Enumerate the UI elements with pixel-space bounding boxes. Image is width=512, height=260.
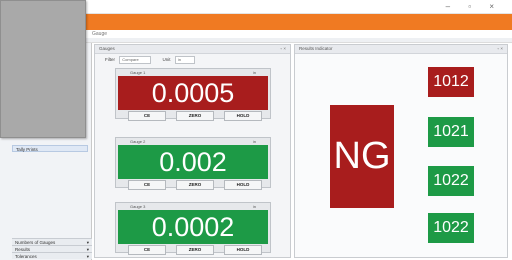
- gauge-button-row: CE ZERO HOLD: [116, 111, 270, 121]
- nav-footer-item-2[interactable]: Results ▾: [12, 245, 92, 252]
- result-code-2: 1021: [428, 117, 474, 147]
- gauge-button-row: CE ZERO HOLD: [116, 245, 270, 255]
- unit-label: Unit: [162, 57, 171, 63]
- gauge-unit: in: [252, 204, 256, 209]
- gauge-card-header: Gauge 3 in: [116, 203, 270, 210]
- title-bar: – ▫ ×: [86, 0, 512, 14]
- filter-row: Filter Compare Unit in: [105, 56, 195, 64]
- gauges-panel-title: Gauges: [99, 46, 115, 51]
- gauge-reading: 0.0002: [118, 210, 268, 244]
- gauge-unit: in: [252, 139, 256, 144]
- menu-bar: [86, 30, 512, 38]
- gauges-panel-header: Gauges ▫ ×: [95, 45, 290, 54]
- result-code-4: 1022: [428, 213, 474, 243]
- zero-button[interactable]: ZERO: [176, 111, 214, 121]
- overall-status-indicator: NG: [330, 105, 394, 208]
- results-panel-title: Results Indicator: [299, 46, 333, 51]
- panel-controls[interactable]: ▫ ×: [281, 45, 286, 53]
- hold-button[interactable]: HOLD: [224, 245, 262, 255]
- gauge-reading: 0.002: [118, 145, 268, 179]
- toolbar-strip: [86, 38, 512, 43]
- gauge-card-2: Gauge 2 in 0.002 CE ZERO HOLD: [115, 137, 271, 190]
- filter-dropdown[interactable]: Compare: [119, 56, 152, 64]
- gauge-card-header: Gauge 2 in: [116, 138, 270, 145]
- nav-footer-item-1[interactable]: Numbers of Gauges ▾: [12, 238, 92, 245]
- panel-controls[interactable]: ▫ ×: [498, 45, 503, 53]
- nav-footer-item-3[interactable]: Tolerances ▾: [12, 252, 92, 259]
- results-panel: Results Indicator ▫ ×: [294, 44, 508, 258]
- menu-item-gauge[interactable]: Gauge: [92, 31, 107, 37]
- window-controls[interactable]: – ▫ ×: [446, 2, 502, 11]
- gauge-unit: in: [252, 70, 256, 75]
- hold-button[interactable]: HOLD: [224, 111, 262, 121]
- clear-button[interactable]: CE: [128, 245, 166, 255]
- nav-footer-label: Tolerances: [15, 254, 37, 259]
- nav-item-selected[interactable]: Tally Prints: [12, 145, 88, 152]
- gauge-label: Gauge 1: [130, 70, 146, 75]
- gauge-button-row: CE ZERO HOLD: [116, 180, 270, 190]
- filter-label: Filter: [105, 57, 115, 63]
- zero-button[interactable]: ZERO: [176, 180, 214, 190]
- clear-button[interactable]: CE: [128, 111, 166, 121]
- results-panel-header: Results Indicator ▫ ×: [295, 45, 507, 54]
- zero-button[interactable]: ZERO: [176, 245, 214, 255]
- gauge-reading: 0.0005: [118, 76, 268, 110]
- result-code-1: 1012: [428, 67, 474, 97]
- gauge-card-1: Gauge 1 in 0.0005 CE ZERO HOLD: [115, 68, 271, 121]
- unit-dropdown[interactable]: in: [174, 56, 195, 64]
- hold-button[interactable]: HOLD: [224, 180, 262, 190]
- gauge-card-header: Gauge 1 in: [116, 69, 270, 76]
- chevron-down-icon: ▾: [86, 254, 89, 259]
- accent-header-bar: [86, 14, 512, 30]
- gauge-label: Gauge 3: [130, 204, 146, 209]
- result-code-3: 1022: [428, 166, 474, 196]
- gauge-card-3: Gauge 3 in 0.0002 CE ZERO HOLD: [115, 202, 271, 255]
- gauges-panel: Gauges ▫ × Filter Compare Unit in Gauge …: [94, 44, 291, 258]
- overlay-window[interactable]: [0, 0, 86, 138]
- clear-button[interactable]: CE: [128, 180, 166, 190]
- gauge-label: Gauge 2: [130, 139, 146, 144]
